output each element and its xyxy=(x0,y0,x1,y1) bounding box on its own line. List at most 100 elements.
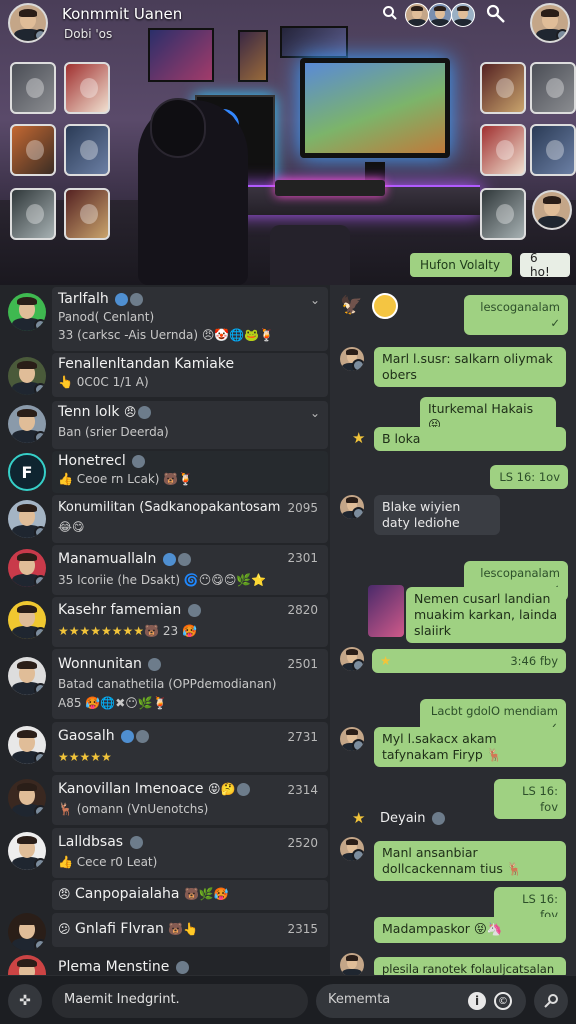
message-bubble[interactable]: Myl l.sakacx akam tafynakam Firyp 🦌 xyxy=(374,727,566,767)
message-text[interactable]: Deyain xyxy=(380,811,445,826)
message-bubble[interactable]: Blake wiyien daty lediohe xyxy=(374,495,500,535)
message-bubble[interactable]: Marl l.susr: salkarn oliymak obers xyxy=(374,347,566,387)
chat-avatar xyxy=(8,293,46,331)
sticker-image[interactable] xyxy=(368,585,404,637)
chevron-down-icon[interactable]: ⌄ xyxy=(310,293,320,307)
sticker-tile[interactable] xyxy=(10,124,56,176)
voice-icon[interactable] xyxy=(534,984,568,1018)
message-bubble[interactable]: Nemen cusarl landian muakim karkan, lain… xyxy=(406,587,566,643)
chevron-down-icon[interactable]: ⌄ xyxy=(310,406,320,420)
chat-preview: 🦌 (omann (VnUenotchs) xyxy=(58,802,209,816)
chat-name: Fenallenltandan Kamiake xyxy=(58,356,235,372)
chat-name: Plema Menstine xyxy=(58,959,189,975)
message-bubble[interactable]: Madampaskor 😝🦄 xyxy=(374,917,566,943)
chat-name: Gaosalh xyxy=(58,728,150,744)
chat-row[interactable]: Plema Menstine xyxy=(0,951,330,975)
hero-keyboard xyxy=(275,180,385,196)
chat-row[interactable]: Tenn lolk 😠 ⌄ Ban (srier Deerda) xyxy=(0,401,330,449)
emoji-icon: 👍 xyxy=(58,855,73,869)
emoji-icon: 🐻🍹 xyxy=(163,472,194,486)
sticker-tile[interactable] xyxy=(64,62,110,114)
chat-avatar xyxy=(8,357,46,395)
chat-row[interactable]: Tarlfalh ⌄ Panod( Cenlant) 33 (carksc -A… xyxy=(0,287,330,351)
sender-avatar[interactable] xyxy=(340,953,364,975)
emoji-icon: 😝🦄 xyxy=(473,921,503,936)
sticker-tile[interactable] xyxy=(480,62,526,114)
emoji-icon: 😂😋 xyxy=(58,520,85,534)
chat-name: Kanovillan Imenoace 😝🤔 xyxy=(58,781,251,797)
chat-preview: Ban (srier Deerda) xyxy=(58,425,169,439)
chat-time: 2520 xyxy=(287,836,318,850)
sticker-tile[interactable] xyxy=(10,188,56,240)
sticker-icon[interactable]: 🦅 xyxy=(340,295,362,316)
chat-time: 2095 xyxy=(287,501,318,515)
chat-name: Tarlfalh xyxy=(58,291,144,307)
emoji-picker-icon[interactable]: ✜ xyxy=(8,984,42,1018)
verified-icon xyxy=(162,552,176,566)
account-avatar[interactable] xyxy=(530,3,570,43)
sticker-tile[interactable] xyxy=(64,188,110,240)
composer-bar: ✜ Maemit Inedgrint. Kememta i © xyxy=(0,975,576,1024)
chat-row[interactable]: Manamuallaln 2301 35 Icoriie (he Dsakt) … xyxy=(0,545,330,595)
sender-avatar[interactable] xyxy=(340,837,364,861)
sender-avatar[interactable] xyxy=(340,347,364,371)
sticker-tile[interactable] xyxy=(530,62,576,114)
hand-icon: 👆 xyxy=(58,375,73,389)
emoji-icon: 🐻🌿🥵 xyxy=(183,887,229,901)
emoji-icon: 🌀😶😋😊🌿⭐ xyxy=(183,573,267,587)
star-icon: ★ xyxy=(352,809,366,827)
chat-row[interactable]: Konumilitan (Sadkanopakantosam 2095 😂😋 xyxy=(0,495,330,543)
chat-time: 2501 xyxy=(287,657,318,671)
emoji-icon: 😠 xyxy=(58,887,71,901)
chat-preview: 35 Icoriie (he Dsakt) 🌀😶😋😊🌿⭐ xyxy=(58,573,267,587)
message-bubble[interactable]: Manl ansanbiar dollcackennam tius 🦌 xyxy=(374,841,566,881)
member-avatar[interactable] xyxy=(405,3,429,27)
star-rating-icon: ★★★★★★★★ xyxy=(58,624,145,638)
chat-row[interactable]: Wonnunitan 2501 Batad canathetila (OPPde… xyxy=(0,649,330,719)
message-bubble[interactable]: ★ 3:46 fby xyxy=(372,649,566,673)
sender-avatar[interactable] xyxy=(340,495,364,519)
chat-name: Konumilitan (Sadkanopakantosam xyxy=(58,500,281,515)
app-root: Konmmit Uanen Dobi 'os Hufon Volalty 6 h… xyxy=(0,0,576,1024)
search-icon[interactable] xyxy=(378,1,402,25)
hero-monitor xyxy=(300,58,450,158)
key-icon[interactable] xyxy=(484,2,508,26)
hero-time-pill[interactable]: 6 ho! xyxy=(520,251,570,279)
chat-list: Tarlfalh ⌄ Panod( Cenlant) 33 (carksc -A… xyxy=(0,285,330,975)
member-avatar[interactable] xyxy=(428,3,452,27)
smiley-icon[interactable] xyxy=(372,293,398,319)
emoji-icon: 😝🤔 xyxy=(207,782,236,796)
profile-avatar[interactable] xyxy=(8,3,48,43)
sender-avatar[interactable] xyxy=(340,647,364,671)
sender-avatar[interactable] xyxy=(340,727,364,751)
chat-preview: Batad canathetila (OPPdemodianan) xyxy=(58,677,277,691)
chat-row[interactable]: 😕 Gnlafi Flvran 🐻👆 2315 xyxy=(0,913,330,951)
sticker-tile[interactable] xyxy=(64,124,110,176)
member-avatar[interactable] xyxy=(451,3,475,27)
contact-avatar[interactable] xyxy=(532,190,572,230)
sticker-tile[interactable] xyxy=(530,124,576,176)
sticker-tile[interactable] xyxy=(480,188,526,240)
chat-row[interactable]: Gaosalh 2731 ★★★★★ xyxy=(0,722,330,772)
hero-status-pill[interactable]: Hufon Volalty xyxy=(410,253,512,277)
message-bubble[interactable]: B loka xyxy=(374,427,566,451)
chat-row[interactable]: 😠 Canpopaialaha 🐻🌿🥵 xyxy=(0,880,330,910)
attach-icon[interactable]: © xyxy=(494,992,512,1010)
chat-row[interactable]: Kasehr famemian 2820 ★★★★★★★★🐻 23 🥵 xyxy=(0,597,330,647)
emoji-icon: 🦌 xyxy=(58,802,73,816)
info-icon[interactable]: i xyxy=(468,992,486,1010)
sticker-tile[interactable] xyxy=(480,124,526,176)
star-icon: ★ xyxy=(380,653,392,668)
chat-row[interactable]: Fenallenltandan Kamiake 👆 0C0C 1/1 A) xyxy=(0,353,330,397)
chat-avatar xyxy=(8,549,46,587)
chat-row[interactable]: F Honetrecl 👍 Ceoe rn Lcak) 🐻🍹 xyxy=(0,451,330,493)
chat-row[interactable]: Lalldbsas 2520 👍 Cece r0 Leat) xyxy=(0,828,330,878)
emoji-icon: 😕 xyxy=(58,922,71,936)
message-input[interactable]: Maemit Inedgrint. xyxy=(52,984,308,1018)
verified-icon xyxy=(121,729,135,743)
sticker-tile[interactable] xyxy=(10,62,56,114)
chat-avatar xyxy=(8,779,46,817)
muted-icon xyxy=(138,405,152,419)
message-bubble[interactable]: plesila ranotek folauljcatsalan xyxy=(374,957,566,975)
chat-row[interactable]: Kanovillan Imenoace 😝🤔 2314 🦌 (omann (Vn… xyxy=(0,775,330,825)
